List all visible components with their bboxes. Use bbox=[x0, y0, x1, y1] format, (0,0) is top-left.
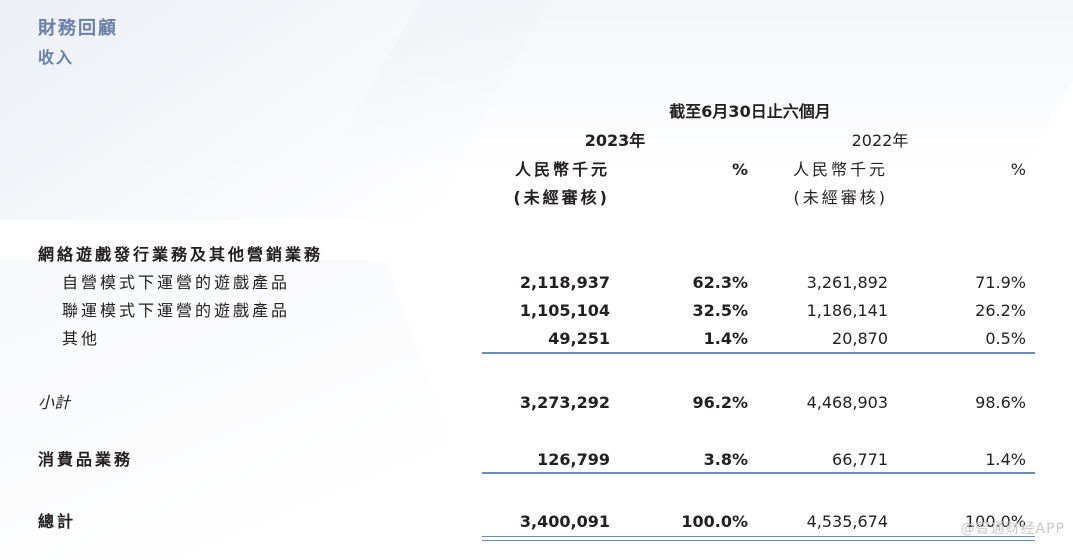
subtotal-label: 小計 bbox=[38, 393, 71, 412]
pct-2023-header: % bbox=[731, 160, 748, 179]
row-pct-2022: 0.5% bbox=[985, 329, 1026, 348]
year-2023-header: 2023年 bbox=[584, 131, 646, 150]
row-label: 其他 bbox=[62, 329, 101, 348]
row-value-2023: 2,118,937 bbox=[519, 273, 610, 292]
unaudited-2023-header: (未經審核) bbox=[513, 188, 610, 207]
pct-2022-header: % bbox=[1010, 160, 1026, 179]
period-header: 截至6月30日止六個月 bbox=[669, 102, 831, 121]
subtotal-value-2023: 3,273,292 bbox=[519, 393, 610, 412]
row-value-2022: 1,186,141 bbox=[806, 301, 888, 320]
page-title: 財務回顧 bbox=[38, 18, 118, 39]
row-pct-2022: 26.2% bbox=[975, 301, 1026, 320]
row-pct-2022: 71.9% bbox=[975, 273, 1026, 292]
row-value-2023: 126,799 bbox=[537, 450, 610, 469]
section-subtitle: 收入 bbox=[38, 48, 75, 67]
subtotal-value-2022: 4,468,903 bbox=[806, 393, 888, 412]
total-double-underline bbox=[482, 536, 1035, 541]
row-value-2022: 3,261,892 bbox=[806, 273, 888, 292]
total-pct-2023: 100.0% bbox=[681, 512, 748, 531]
unaudited-2022-header: (未經審核) bbox=[793, 188, 888, 207]
divider-line bbox=[482, 472, 1035, 474]
row-value-2023: 49,251 bbox=[548, 329, 610, 348]
total-value-2023: 3,400,091 bbox=[519, 512, 610, 531]
row-pct-2023: 62.3% bbox=[692, 273, 748, 292]
row-label: 聯運模式下運營的遊戲產品 bbox=[62, 301, 291, 320]
row-pct-2023: 3.8% bbox=[703, 450, 748, 469]
row-value-2022: 20,870 bbox=[832, 329, 888, 348]
row-pct-2023: 32.5% bbox=[692, 301, 748, 320]
divider-line bbox=[482, 352, 1035, 354]
row-pct-2022: 1.4% bbox=[985, 450, 1026, 469]
row-pct-2023: 1.4% bbox=[703, 329, 748, 348]
subtotal-pct-2022: 98.6% bbox=[975, 393, 1026, 412]
currency-2022-header: 人民幣千元 bbox=[792, 160, 888, 179]
row-value-2022: 66,771 bbox=[832, 450, 888, 469]
row-label: 消費品業務 bbox=[38, 450, 134, 469]
watermark-text: @智通财经APP bbox=[960, 521, 1065, 537]
row-label: 自營模式下運營的遊戲產品 bbox=[62, 273, 291, 292]
section-label: 網絡遊戲發行業務及其他營銷業務 bbox=[38, 245, 324, 264]
currency-2023-header: 人民幣千元 bbox=[514, 160, 610, 179]
total-label: 總計 bbox=[38, 512, 77, 531]
row-value-2023: 1,105,104 bbox=[519, 301, 610, 320]
total-value-2022: 4,535,674 bbox=[806, 512, 888, 531]
year-2022-header: 2022年 bbox=[851, 131, 909, 150]
subtotal-pct-2023: 96.2% bbox=[692, 393, 748, 412]
